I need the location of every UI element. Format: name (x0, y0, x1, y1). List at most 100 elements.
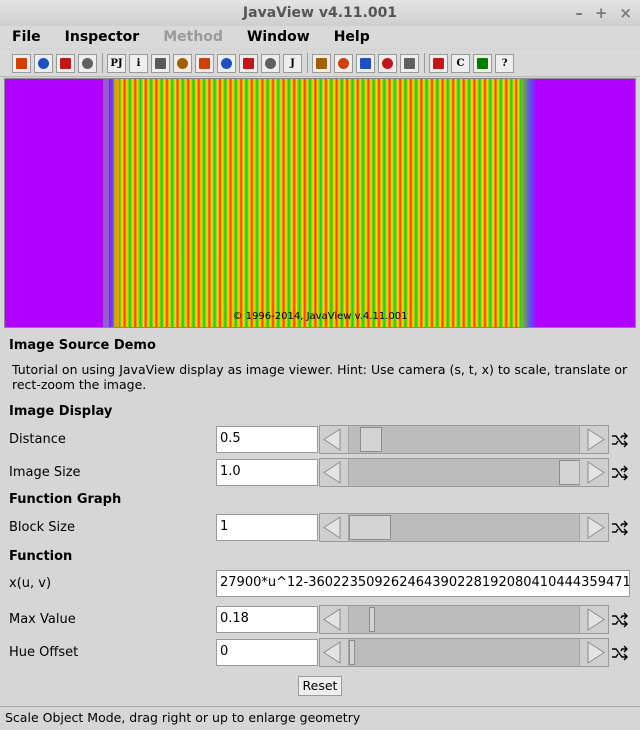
image-stripe (373, 79, 385, 327)
arrow-right-icon (587, 428, 605, 451)
image-stripe (479, 79, 491, 327)
info-icon[interactable]: i (129, 53, 148, 73)
slider-track[interactable] (349, 459, 581, 486)
title-bar: JavaView v4.11.001 – + × (0, 0, 640, 27)
slider-thumb[interactable] (559, 460, 581, 485)
scene-icon[interactable] (239, 53, 258, 73)
animation-icon[interactable] (217, 53, 236, 73)
image-stripe (394, 79, 406, 327)
hue-offset-label: Hue Offset (9, 645, 79, 660)
maximize-button[interactable]: + (595, 0, 608, 26)
toolbar: PJ i J C? (0, 50, 640, 77)
help-icon[interactable]: ? (495, 53, 514, 73)
slider-thumb[interactable] (369, 607, 376, 632)
max-value-slider[interactable] (319, 605, 609, 634)
slider-decrement-button[interactable] (320, 514, 349, 541)
block-size-random-icon[interactable] (611, 519, 629, 537)
image-stripe (447, 79, 459, 327)
image-stripe (331, 79, 343, 327)
image-stripe (193, 79, 205, 327)
max-value-random-icon[interactable] (611, 611, 629, 629)
translate-icon[interactable] (356, 53, 375, 73)
image-size-field[interactable]: 1.0 (216, 459, 318, 486)
slider-decrement-button[interactable] (320, 426, 349, 453)
hue-offset-field[interactable]: 0 (216, 639, 318, 666)
image-stripe (511, 79, 521, 327)
project-icon[interactable]: PJ (107, 53, 126, 73)
block-size-slider[interactable] (319, 513, 609, 542)
control-panel: Image Source Demo Tutorial on using Java… (0, 332, 640, 706)
pick-icon[interactable] (400, 53, 419, 73)
slider-thumb[interactable] (349, 515, 391, 540)
grid-icon[interactable] (429, 53, 448, 73)
material-icon[interactable] (151, 53, 170, 73)
menu-window[interactable]: Window (235, 29, 322, 45)
image-stripe (150, 79, 162, 327)
image-stripe (426, 79, 438, 327)
arrow-right-icon (587, 461, 605, 484)
arrow-right-icon (587, 516, 605, 539)
slider-increment-button[interactable] (579, 639, 608, 666)
hue-offset-random-icon[interactable] (611, 644, 629, 662)
print-icon[interactable] (78, 53, 97, 73)
close-button[interactable]: × (619, 0, 632, 26)
scale-icon[interactable] (334, 53, 353, 73)
x-uv-field[interactable]: 27900*u^12-36022350926246439022819208041… (216, 570, 630, 597)
image-stripe (384, 79, 396, 327)
save-icon[interactable] (56, 53, 75, 73)
slider-increment-button[interactable] (579, 514, 608, 541)
slider-track[interactable] (349, 606, 579, 633)
display-icon[interactable] (173, 53, 192, 73)
import-icon[interactable] (34, 53, 53, 73)
slider-increment-button[interactable] (579, 459, 608, 486)
menu-help[interactable]: Help (322, 29, 382, 45)
arrow-right-icon (587, 608, 605, 631)
image-size-random-icon[interactable] (611, 464, 629, 482)
slider-thumb[interactable] (349, 640, 355, 665)
slider-track[interactable] (349, 639, 579, 666)
rotate-icon[interactable] (312, 53, 331, 73)
image-stripe (352, 79, 364, 327)
copyright-text: © 1996-2014, JavaView v.4.11.001 (232, 311, 408, 322)
slider-decrement-button[interactable] (320, 459, 349, 486)
distance-random-icon[interactable] (611, 431, 629, 449)
slider-decrement-button[interactable] (320, 606, 349, 633)
reset-button[interactable]: Reset (298, 676, 342, 696)
section-function-graph: Function Graph (9, 492, 122, 507)
image-stripe (267, 79, 279, 327)
slider-track[interactable] (349, 514, 579, 541)
hue-offset-slider[interactable] (319, 638, 609, 667)
status-bar: Scale Object Mode, drag right or up to e… (0, 706, 640, 730)
toolbar-separator (102, 53, 103, 73)
menu-file[interactable]: File (0, 29, 53, 45)
distance-slider[interactable] (319, 425, 609, 454)
slider-decrement-button[interactable] (320, 639, 349, 666)
window-controls: – + × (575, 0, 632, 26)
arrow-left-icon (323, 516, 341, 539)
display-viewport[interactable]: © 1996-2014, JavaView v.4.11.001 (4, 78, 636, 328)
image-size-label: Image Size (9, 465, 81, 480)
max-value-field[interactable]: 0.18 (216, 606, 318, 633)
minimize-button[interactable]: – (575, 0, 583, 26)
image-stripe (278, 79, 290, 327)
zoom-rect-icon[interactable] (378, 53, 397, 73)
slider-increment-button[interactable] (579, 606, 608, 633)
menu-inspector[interactable]: Inspector (53, 29, 152, 45)
camera-icon[interactable] (195, 53, 214, 73)
image-stripe (309, 79, 321, 327)
pen-icon[interactable] (261, 53, 280, 73)
menu-bar: File Inspector Method Window Help (0, 26, 640, 48)
slider-thumb[interactable] (359, 427, 382, 452)
image-stripe (256, 79, 268, 327)
new-geometry-icon[interactable] (12, 53, 31, 73)
list-icon[interactable] (473, 53, 492, 73)
toolbar-separator (307, 53, 308, 73)
slider-track[interactable] (349, 426, 579, 453)
image-size-slider[interactable] (319, 458, 609, 487)
image-stripe (246, 79, 258, 327)
javascript-icon[interactable]: J (283, 53, 302, 73)
block-size-field[interactable]: 1 (216, 514, 318, 541)
distance-field[interactable]: 0.5 (216, 426, 318, 453)
slider-increment-button[interactable] (579, 426, 608, 453)
console-icon[interactable]: C (451, 53, 470, 73)
